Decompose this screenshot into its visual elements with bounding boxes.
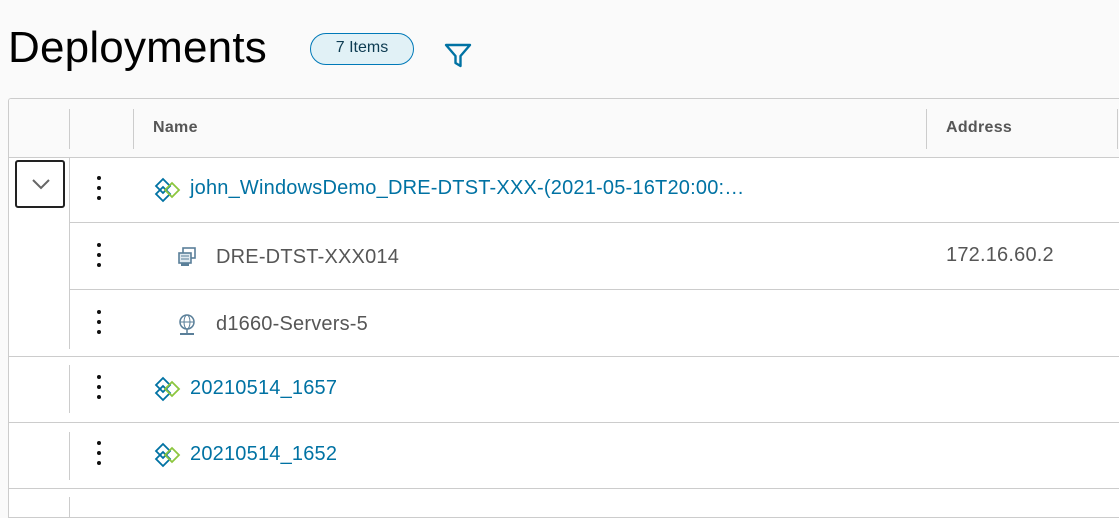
table-row: DRE-DTST-XXX014 172.16.60.2 (9, 223, 1119, 289)
deployment-name-link[interactable]: 20210514_1652 (190, 443, 337, 466)
deployments-grid: Name Address john_WindowsDemo_DRE-DTST-X… (8, 98, 1119, 518)
item-count-badge: 7 Items (310, 33, 414, 65)
deployment-name-link[interactable]: john_WindowsDemo_DRE-DTST-XXX-(2021-05-1… (190, 177, 744, 200)
header-divider (1117, 109, 1118, 149)
filter-button[interactable] (443, 41, 473, 69)
vm-icon (178, 247, 196, 266)
column-header-name[interactable]: Name (153, 119, 198, 137)
row-actions-button[interactable] (89, 306, 109, 340)
header-divider (133, 109, 134, 149)
deployment-icon (154, 177, 181, 203)
machine-name: DRE-DTST-XXX014 (216, 246, 400, 268)
header-divider (69, 109, 70, 149)
deployment-icon (154, 442, 181, 468)
row-actions-button[interactable] (89, 371, 109, 405)
table-row: 20210514_1652 (9, 423, 1119, 488)
deployment-name-link[interactable]: 20210514_1657 (190, 377, 337, 400)
address-cell: 172.16.60.2 (946, 244, 1054, 266)
table-row: john_WindowsDemo_DRE-DTST-XXX-(2021-05-1… (9, 157, 1119, 222)
filter-icon (444, 43, 472, 68)
column-header-address[interactable]: Address (946, 119, 1012, 137)
grid-header: Name Address (9, 99, 1119, 158)
row-actions-button[interactable] (89, 437, 109, 471)
header-divider (926, 109, 927, 149)
deployment-icon (154, 376, 181, 402)
network-name: d1660-Servers-5 (216, 313, 368, 335)
row-divider (9, 488, 1119, 489)
row-divider (69, 497, 70, 517)
row-actions-button[interactable] (89, 172, 109, 206)
row-actions-button[interactable] (89, 239, 109, 273)
table-row: 20210514_1657 (9, 357, 1119, 422)
network-icon (179, 314, 195, 335)
page-title: Deployments (8, 23, 267, 72)
table-row: d1660-Servers-5 (9, 290, 1119, 356)
